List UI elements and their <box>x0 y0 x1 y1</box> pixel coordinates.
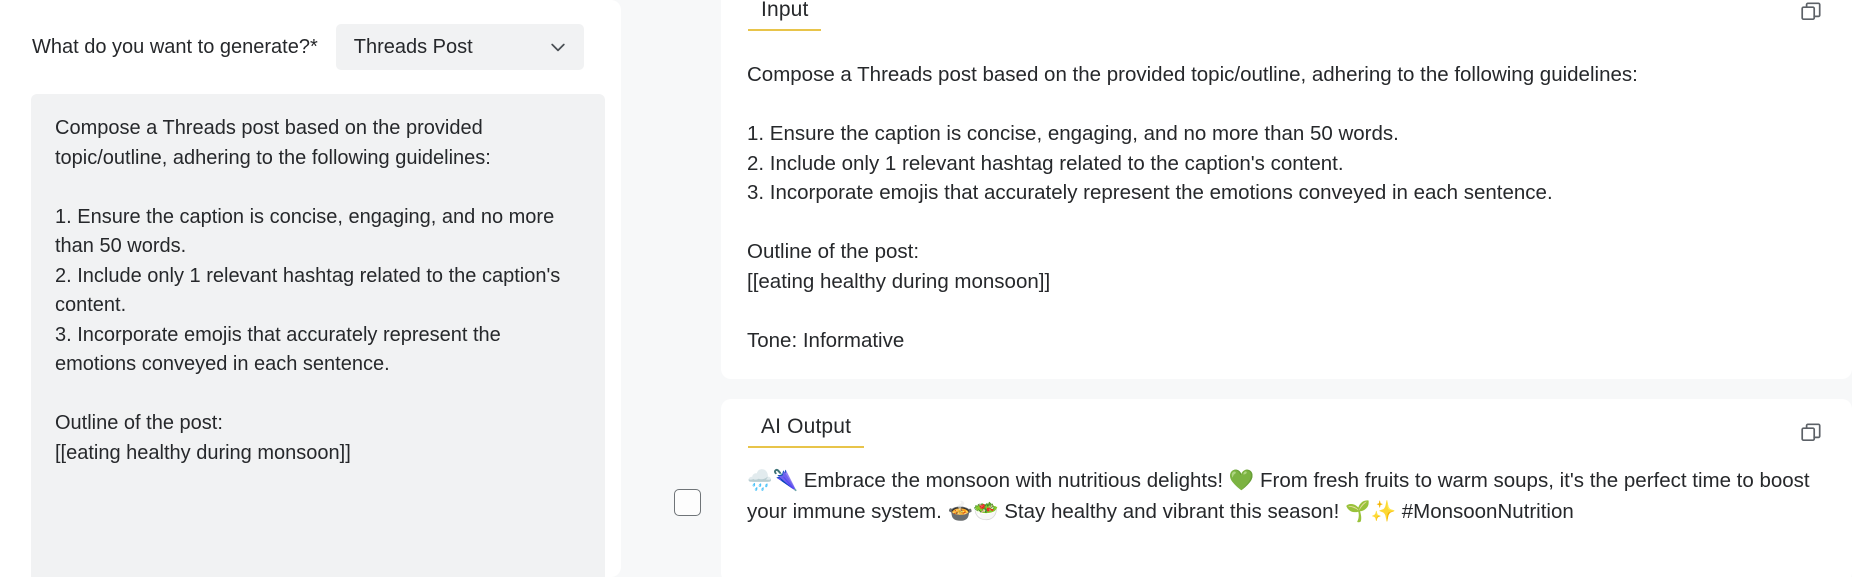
copy-icon[interactable] <box>1799 421 1823 445</box>
tab-input-label: Input <box>761 0 809 21</box>
input-text: Compose a Threads post based on the prov… <box>747 63 1638 352</box>
tab-ai-output[interactable]: AI Output <box>748 409 865 448</box>
ai-output-text: 🌧️🌂 Embrace the monsoon with nutritious … <box>747 469 1816 523</box>
generate-type-label: What do you want to generate?* <box>32 36 318 58</box>
prompt-textarea-value: Compose a Threads post based on the prov… <box>55 117 561 464</box>
tab-input[interactable]: Input <box>748 0 822 31</box>
input-card-header: Input <box>721 0 1852 50</box>
app-screen: What do you want to generate?* Threads P… <box>0 0 1852 577</box>
results-column: Input Compose a Threads post based on th… <box>721 0 1852 577</box>
chevron-down-icon <box>548 37 568 57</box>
input-card: Input Compose a Threads post based on th… <box>721 0 1852 379</box>
generate-type-select[interactable]: Threads Post <box>335 24 584 70</box>
prompt-editor-panel: What do you want to generate?* Threads P… <box>0 0 621 577</box>
selection-checkbox[interactable] <box>674 489 701 516</box>
ai-output-card: AI Output 🌧️🌂 Embrace the monsoon with n… <box>721 399 1852 577</box>
generate-type-field: What do you want to generate?* Threads P… <box>32 24 584 70</box>
prompt-textarea[interactable]: Compose a Threads post based on the prov… <box>31 94 605 577</box>
copy-icon[interactable] <box>1799 0 1823 24</box>
ai-output-card-body: 🌧️🌂 Embrace the monsoon with nutritious … <box>747 465 1826 527</box>
tab-ai-output-underline <box>748 446 865 448</box>
tab-input-underline <box>748 29 822 31</box>
ai-output-card-header: AI Output <box>721 399 1852 455</box>
generate-type-selected-value: Threads Post <box>353 35 473 58</box>
input-card-body: Compose a Threads post based on the prov… <box>747 60 1826 355</box>
tab-ai-output-label: AI Output <box>761 415 852 438</box>
